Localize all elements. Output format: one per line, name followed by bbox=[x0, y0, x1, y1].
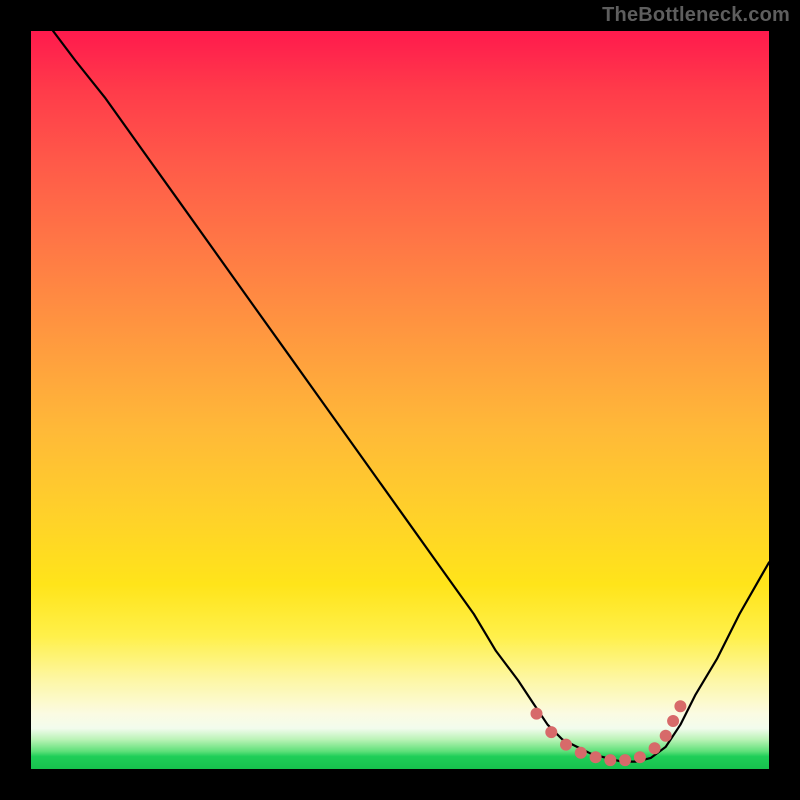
chart-frame: TheBottleneck.com bbox=[0, 0, 800, 800]
curve-layer bbox=[31, 31, 769, 769]
watermark-text: TheBottleneck.com bbox=[602, 4, 790, 27]
valley-dot bbox=[634, 752, 645, 763]
valley-dot bbox=[660, 730, 671, 741]
valley-dot bbox=[590, 752, 601, 763]
valley-dot bbox=[575, 747, 586, 758]
valley-dot bbox=[668, 716, 679, 727]
valley-dot bbox=[605, 755, 616, 766]
valley-dot bbox=[620, 755, 631, 766]
bottleneck-curve bbox=[53, 31, 769, 762]
valley-dot bbox=[675, 701, 686, 712]
plot-area bbox=[31, 31, 769, 769]
valley-dot bbox=[649, 743, 660, 754]
valley-dot bbox=[561, 739, 572, 750]
valley-dot bbox=[531, 708, 542, 719]
valley-dot bbox=[546, 727, 557, 738]
valley-markers bbox=[531, 701, 686, 766]
